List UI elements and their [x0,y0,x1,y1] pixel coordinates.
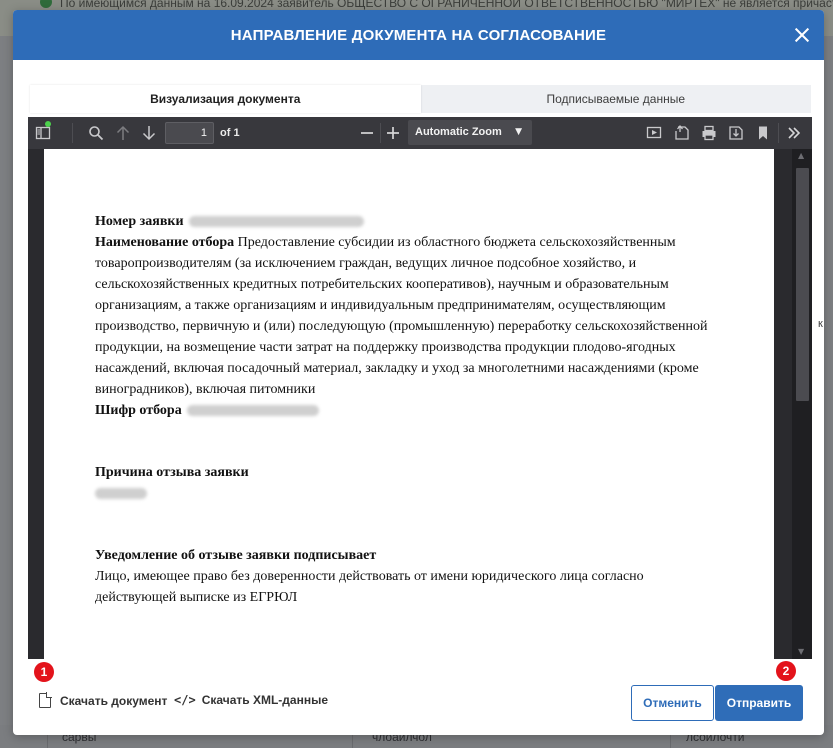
selection-name-line: производство, первичную и (или) последую… [95,319,708,334]
approval-modal: НАПРАВЛЕНИЕ ДОКУМЕНТА НА СОГЛАСОВАНИЕ Ви… [13,10,824,735]
selection-name-line: Предоставление субсидии из областного бю… [237,235,676,250]
selection-name-line: организациям, а также организациям и инд… [95,298,666,313]
plus-icon[interactable] [385,125,401,141]
document-page: Номер заявки Наименование отбора Предост… [44,149,774,659]
send-button[interactable]: Отправить [715,685,803,721]
open-file-icon[interactable] [674,124,690,141]
selection-code-line: Шифр отбора [95,400,735,421]
selection-name-block: Наименование отбора Предоставление субси… [95,232,735,253]
redacted-value [189,216,365,228]
withdraw-reason-label: Причина отзыва заявки [95,465,249,480]
code-icon: </> [174,693,196,707]
download-icon[interactable] [728,125,744,141]
bookmark-icon[interactable] [755,125,771,141]
file-icon [39,692,52,708]
toolbar-divider [778,123,779,143]
selection-name-label: Наименование отбора [95,235,235,250]
withdraw-reason-value [95,483,735,504]
download-document-link[interactable]: Скачать документ [39,692,168,708]
chevron-down-icon: ▼ [515,127,522,137]
print-icon[interactable] [701,125,717,141]
toolbar-divider [380,123,381,143]
arrow-down-icon[interactable] [141,125,157,141]
scroll-up-icon[interactable]: ▲ [798,151,804,160]
signer-line: действующей выписке из ЕГРЮЛ [95,590,298,605]
modal-header: НАПРАВЛЕНИЕ ДОКУМЕНТА НА СОГЛАСОВАНИЕ [13,10,824,60]
document-area[interactable]: Номер заявки Наименование отбора Предост… [28,149,812,659]
signer-line: Лицо, имеющее право без доверенности дей… [95,569,644,584]
download-xml-link[interactable]: </> Скачать XML-данные [174,693,328,707]
pdf-toolbar: 1 of 1 Automatic Zoom ▼ [28,117,812,149]
document-scrollbar[interactable]: ▲ ▼ [792,149,812,659]
download-xml-label: Скачать XML-данные [201,693,328,707]
redacted-value [187,405,320,417]
check-icon [40,0,52,8]
tab-signed-data[interactable]: Подписываемые данные [421,85,812,113]
selection-code-label: Шифр отбора [95,403,182,418]
request-number-label: Номер заявки [95,214,184,229]
badge-1: 1 [34,662,54,682]
zoom-value: Automatic Zoom [415,126,502,138]
notification-dot [45,121,51,127]
double-chevron-icon[interactable] [786,125,802,141]
selection-name-line: продукции, на возмещение части затрат на… [95,340,676,355]
download-document-label: Скачать документ [60,693,168,708]
minus-icon[interactable] [359,125,375,141]
selection-name-line: товаропроизводителям (за исключением гра… [95,256,637,271]
scroll-down-icon[interactable]: ▼ [798,647,804,656]
arrow-up-icon[interactable] [115,125,131,141]
background-notice-text: По имеющимся данным на 16.09.2024 заявит… [60,0,833,10]
close-icon[interactable] [792,25,812,45]
zoom-select[interactable]: Automatic Zoom ▼ [408,120,532,145]
selection-name-line: сельскохозяйственных кредитных потребите… [95,277,669,292]
modal-title: НАПРАВЛЕНИЕ ДОКУМЕНТА НА СОГЛАСОВАНИЕ [230,26,607,44]
scroll-thumb[interactable] [796,168,809,401]
pdf-viewer: 1 of 1 Automatic Zoom ▼ Номер заявки Наи… [28,117,812,659]
tab-document-visualization[interactable]: Визуализация документа [30,85,421,113]
document-content: Номер заявки Наименование отбора Предост… [95,211,735,608]
selection-name-line: виноградников), включая питомники [95,382,316,397]
tab-bar: Визуализация документа Подписываемые дан… [30,85,811,113]
redacted-value [95,488,147,500]
toolbar-divider [72,123,73,143]
signer-label: Уведомление об отзыве заявки подписывает [95,548,377,563]
page-count: of 1 [220,127,240,139]
page-number-input[interactable]: 1 [165,122,214,144]
selection-name-line: насаждений, включая посадочный материал,… [95,361,699,376]
search-icon[interactable] [88,125,104,141]
sidebar-toggle-icon[interactable] [35,125,51,141]
request-number-line: Номер заявки [95,211,735,232]
presentation-icon[interactable] [646,125,662,141]
background-fragment: к [818,318,823,330]
cancel-button[interactable]: Отменить [631,685,714,721]
badge-2: 2 [776,661,796,681]
